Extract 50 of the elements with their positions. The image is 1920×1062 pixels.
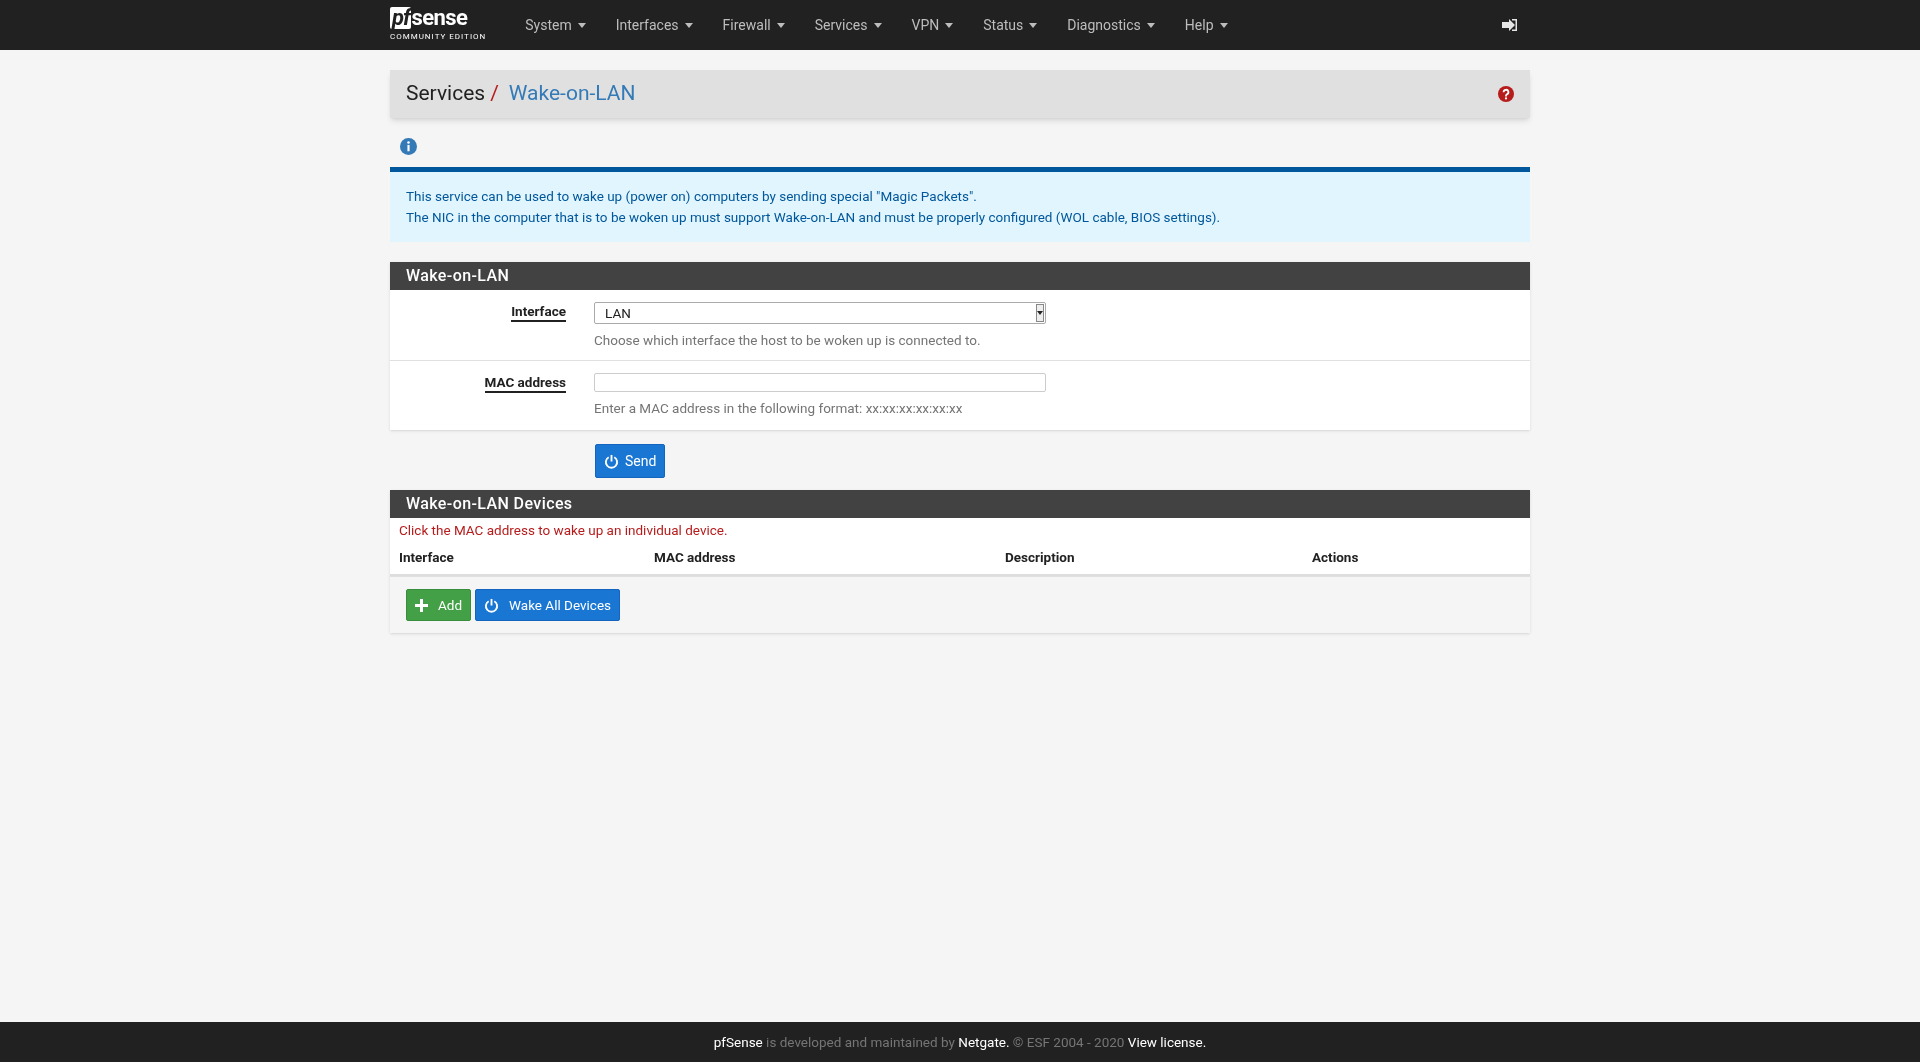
panel-heading: Wake-on-LAN Devices: [390, 490, 1530, 518]
panel-heading: Wake-on-LAN: [390, 262, 1530, 290]
interface-select[interactable]: LAN: [594, 302, 1046, 325]
footer-text: pfSense is developed and maintained by Netgate. © ESF 2004 - 2020 View license.: [713, 1032, 1207, 1052]
breadcrumb-parent: Services: [406, 80, 486, 108]
nav-menu[interactable]: Status: [968, 14, 1053, 36]
caret-icon: [1146, 22, 1155, 28]
nav-menu[interactable]: VPN: [896, 14, 969, 36]
wake-all-button[interactable]: Wake All Devices: [475, 589, 621, 622]
nav-menu[interactable]: Services: [799, 14, 897, 36]
breadcrumb-separator: /: [490, 80, 499, 108]
send-button[interactable]: Send: [595, 444, 666, 478]
logo-subtitle: COMMUNITY EDITION: [390, 31, 487, 43]
mac-address-field[interactable]: [594, 373, 1046, 392]
pfsense-logo[interactable]: pfsense COMMUNITY EDITION: [390, 7, 487, 43]
caret-icon: [873, 22, 882, 28]
column-header: Interface: [399, 549, 454, 566]
caret-icon: [945, 22, 954, 28]
field-label: Interface: [511, 302, 566, 322]
nav-menu[interactable]: Diagnostics: [1052, 14, 1170, 36]
alert-text: The NIC in the computer that is to be woken up must support Wake-on-LAN and must be properly configured (WOL cable, BIOS settings).: [406, 208, 1221, 227]
plus-icon: [415, 598, 428, 612]
help-text: Choose which interface the host to be woken up is connected to.: [594, 331, 981, 351]
column-header: MAC address: [654, 549, 736, 566]
footer-link[interactable]: Netgate.: [958, 1033, 1010, 1050]
nav-menu[interactable]: Firewall: [707, 14, 800, 36]
logo-wordmark: sense: [411, 7, 468, 29]
alert-text: This service can be used to wake up (power on) computers by sending special "Magic Packets".: [406, 187, 977, 206]
caret-icon: [1219, 22, 1228, 28]
hint-text: Click the MAC address to wake up an individual device.: [398, 521, 729, 540]
help-text: Enter a MAC address in the following format: xx:xx:xx:xx:xx:xx: [594, 398, 963, 418]
logout-icon[interactable]: [1502, 18, 1518, 32]
caret-icon: [684, 22, 693, 28]
nav-menu[interactable]: System: [510, 14, 601, 36]
logo-mark: pf: [390, 7, 412, 29]
help-icon[interactable]: [1498, 86, 1514, 102]
caret-icon: [1029, 22, 1038, 28]
nav-menu[interactable]: Help: [1169, 14, 1243, 36]
nav-menu[interactable]: Interfaces: [600, 14, 708, 36]
caret-icon: [577, 22, 586, 28]
footer-link[interactable]: pfSense: [713, 1033, 763, 1050]
dropdown-icon: [1036, 304, 1044, 323]
footer-link[interactable]: View license.: [1127, 1033, 1207, 1050]
power-icon: [484, 597, 500, 613]
power-icon: [604, 453, 619, 469]
info-icon[interactable]: [400, 138, 417, 155]
column-header: Description: [1005, 549, 1075, 566]
caret-icon: [776, 22, 785, 28]
column-header: Actions: [1312, 549, 1359, 566]
field-label: MAC address: [484, 373, 566, 393]
